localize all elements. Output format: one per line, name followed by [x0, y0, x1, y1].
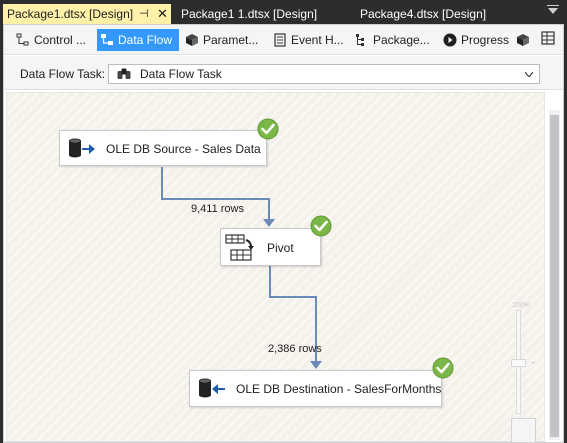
- tab-event-handlers[interactable]: Event H...: [270, 29, 348, 51]
- success-check-icon: [432, 357, 454, 379]
- task-selector-bar: Data Flow Task: Data Flow Task: [4, 56, 563, 90]
- tab-data-flow[interactable]: Data Flow: [97, 29, 179, 51]
- task-label: Data Flow Task:: [20, 67, 106, 81]
- component-label: Pivot: [267, 241, 294, 255]
- ole-db-destination-icon: [199, 378, 225, 398]
- row-count-label: 2,386 rows: [268, 343, 322, 355]
- document-tab-strip: Package1.dtsx [Design] ⊣ ✕ Package1 1.dt…: [0, 0, 567, 24]
- close-icon[interactable]: ✕: [157, 4, 168, 24]
- zoom-slider-handle[interactable]: [511, 359, 526, 367]
- deploy-icon[interactable]: [516, 33, 530, 47]
- tab-label: Package1 1.dtsx [Design]: [181, 7, 318, 21]
- row-count-label: 9,411 rows: [191, 203, 244, 215]
- component-ole-db-source[interactable]: OLE DB Source - Sales Data: [59, 130, 267, 166]
- arrowhead-icon: [310, 361, 322, 369]
- tab-overflow-line: [547, 5, 559, 6]
- tab-package4-design[interactable]: Package4.dtsx [Design]: [354, 4, 486, 24]
- pivot-icon: [225, 234, 254, 261]
- tab-label: Data Flow: [118, 33, 173, 47]
- component-ole-db-destination[interactable]: OLE DB Destination - SalesForMonths: [189, 370, 442, 407]
- window: Package1.dtsx [Design] ⊣ ✕ Package1 1.dt…: [0, 0, 567, 443]
- tab-label: Progress: [461, 33, 510, 47]
- control-flow-icon: [16, 33, 29, 46]
- tab-label: Event H...: [291, 33, 344, 47]
- ole-db-source-icon: [69, 138, 95, 158]
- package-designer: Control ... Data Flow Paramet... Event H…: [3, 24, 564, 443]
- component-label: OLE DB Source - Sales Data: [106, 142, 261, 156]
- tab-label: Package...: [373, 33, 430, 47]
- tab-label: Package4.dtsx [Design]: [360, 7, 487, 21]
- tab-label: Paramet...: [203, 33, 259, 47]
- designer-toolbar: Control ... Data Flow Paramet... Event H…: [4, 25, 563, 55]
- arrowhead-icon: [263, 219, 275, 227]
- tab-package-explorer[interactable]: Package...: [352, 29, 434, 51]
- table-icon[interactable]: [541, 31, 555, 47]
- tab-progress[interactable]: Progress: [440, 29, 510, 51]
- success-check-icon: [310, 215, 332, 237]
- success-check-icon: [257, 118, 279, 140]
- component-label: OLE DB Destination - SalesForMonths: [236, 382, 442, 396]
- data-flow-task-dropdown[interactable]: Data Flow Task: [108, 64, 540, 84]
- zoom-percentage: 100%: [512, 302, 530, 309]
- data-flow-canvas[interactable]: 9,411 rows 2,386 rows OLE DB Source - Sa…: [6, 92, 545, 442]
- tab-overflow-dropdown-icon[interactable]: [548, 8, 558, 14]
- tab-label: Control ...: [34, 33, 87, 47]
- task-value: Data Flow Task: [140, 67, 222, 81]
- zoom-to-fit-button[interactable]: [511, 418, 536, 443]
- parameters-icon: [186, 34, 198, 46]
- tab-label: Package1.dtsx [Design]: [7, 7, 134, 21]
- progress-icon: [443, 33, 457, 47]
- tab-parameters[interactable]: Paramet...: [182, 29, 264, 51]
- pin-icon[interactable]: ⊣: [139, 4, 149, 24]
- component-pivot[interactable]: Pivot: [220, 228, 321, 266]
- data-flow-icon: [101, 34, 113, 45]
- tab-control-flow[interactable]: Control ...: [13, 29, 91, 51]
- chevron-down-icon: [525, 72, 533, 77]
- zoom-tick: [531, 362, 535, 363]
- event-handlers-icon: [274, 33, 286, 47]
- scrollbar-thumb[interactable]: [550, 115, 559, 437]
- tab-package1-1-design[interactable]: Package1 1.dtsx [Design]: [175, 4, 317, 24]
- package-explorer-icon: [356, 34, 364, 46]
- data-flow-task-icon: [117, 68, 131, 79]
- tab-package1-design[interactable]: Package1.dtsx [Design] ⊣ ✕: [3, 4, 171, 24]
